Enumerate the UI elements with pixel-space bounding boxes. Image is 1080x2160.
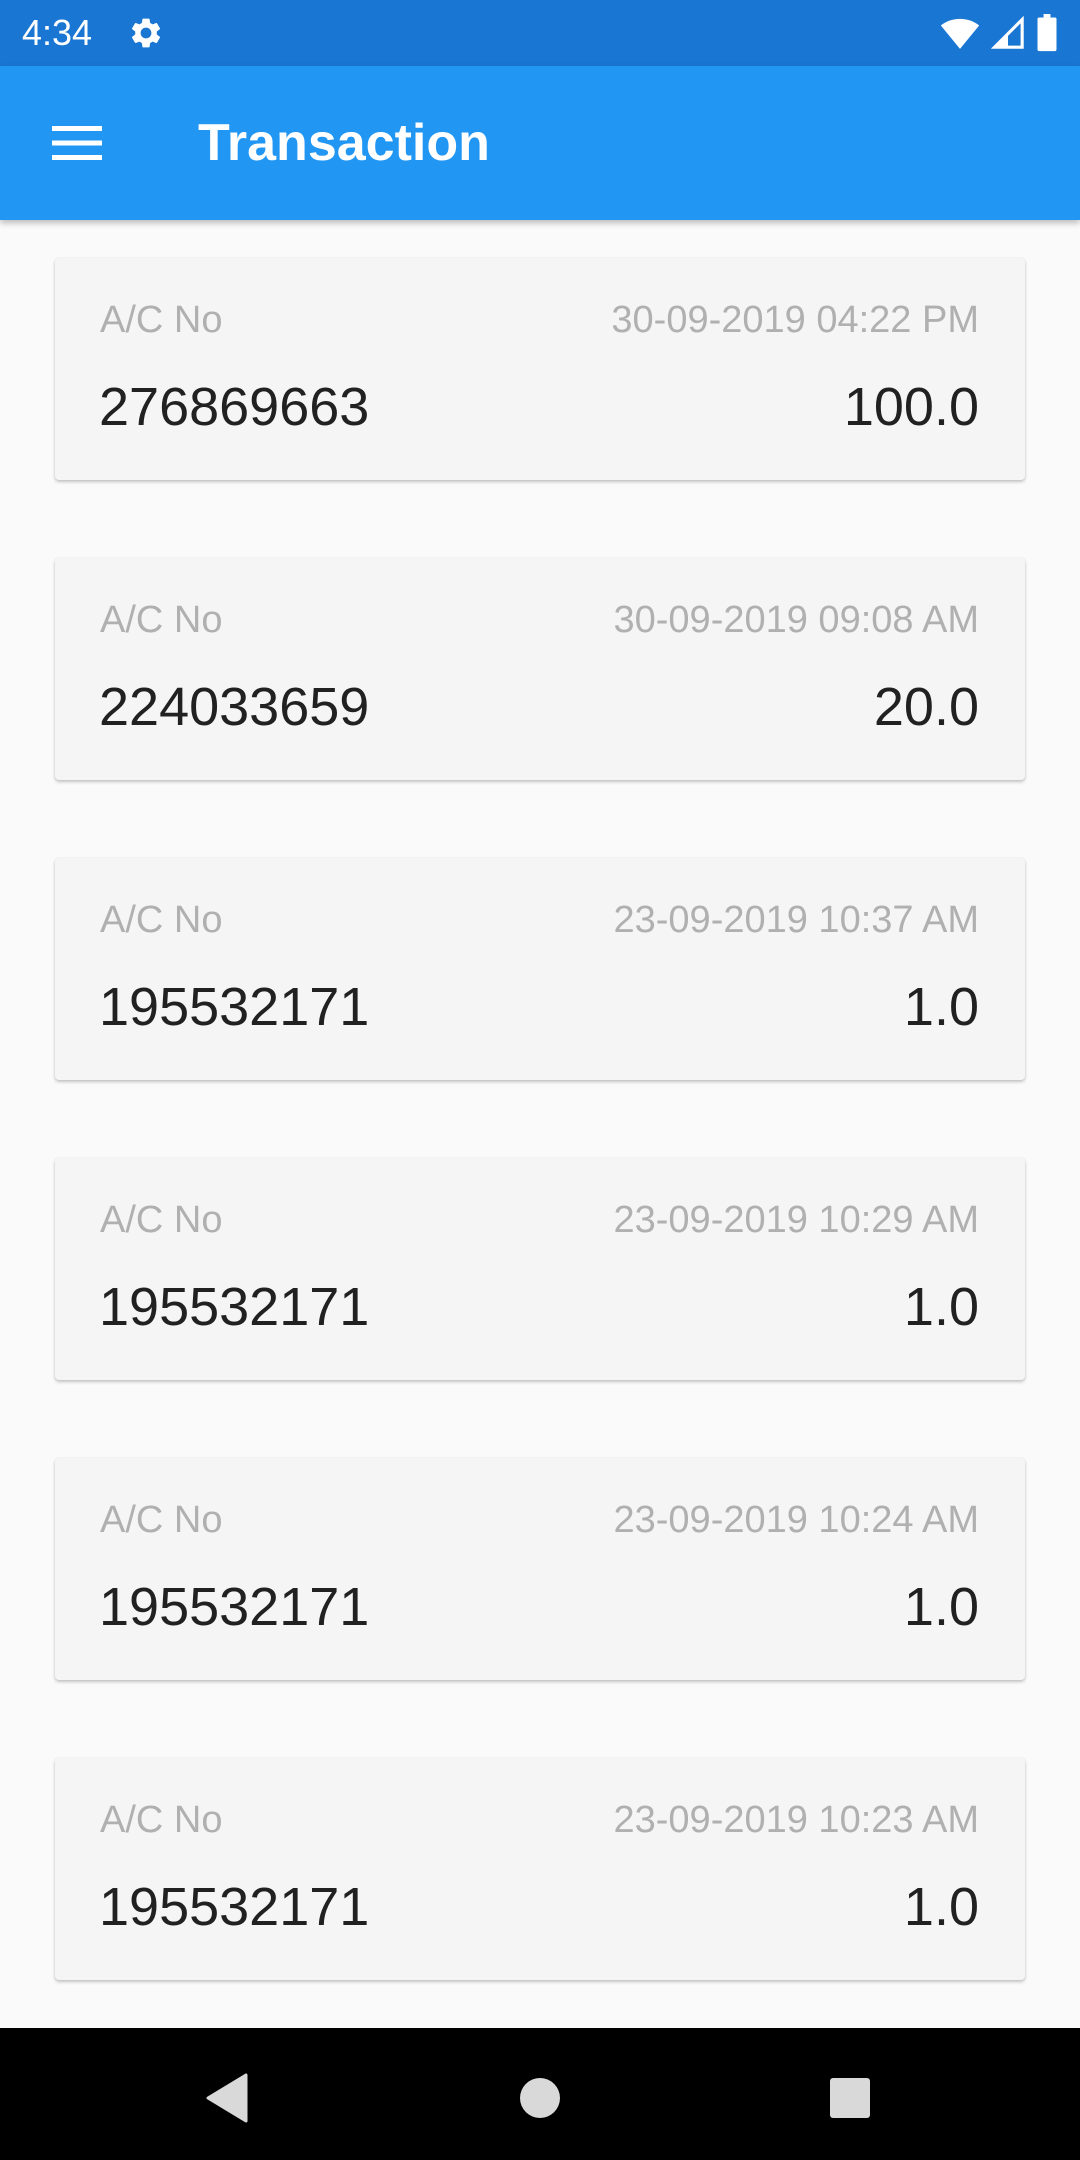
menu-button[interactable] bbox=[36, 109, 118, 177]
transaction-amount: 20.0 bbox=[873, 677, 979, 737]
transaction-card[interactable]: A/C No 23-09-2019 10:23 AM 195532171 1.0 bbox=[55, 1758, 1025, 1980]
transaction-amount: 1.0 bbox=[903, 977, 979, 1037]
status-time: 4:34 bbox=[22, 12, 93, 53]
cell-signal-icon bbox=[990, 16, 1024, 49]
account-number: 195532171 bbox=[99, 977, 370, 1037]
account-number: 195532171 bbox=[99, 1877, 370, 1937]
back-icon bbox=[206, 2073, 248, 2123]
back-button[interactable] bbox=[186, 2058, 266, 2138]
transaction-date: 23-09-2019 10:29 AM bbox=[613, 1199, 980, 1241]
transaction-date: 23-09-2019 10:37 AM bbox=[613, 899, 980, 941]
settings-gear-icon bbox=[131, 18, 161, 48]
transaction-amount: 100.0 bbox=[843, 377, 979, 437]
transaction-card[interactable]: A/C No 23-09-2019 10:24 AM 195532171 1.0 bbox=[55, 1458, 1025, 1680]
transaction-amount: 1.0 bbox=[903, 1277, 979, 1337]
battery-icon bbox=[1037, 14, 1057, 52]
page-title: Transaction bbox=[198, 114, 490, 172]
account-label: A/C No bbox=[100, 1499, 223, 1541]
transaction-card[interactable]: A/C No 30-09-2019 09:08 AM 224033659 20.… bbox=[55, 558, 1025, 780]
system-nav-bar bbox=[0, 2028, 1080, 2160]
account-label: A/C No bbox=[100, 1199, 223, 1241]
hamburger-menu-icon bbox=[52, 126, 102, 160]
account-label: A/C No bbox=[100, 599, 223, 641]
app-bar: Transaction bbox=[0, 66, 1080, 220]
transaction-date: 23-09-2019 10:23 AM bbox=[613, 1799, 980, 1841]
transaction-amount: 1.0 bbox=[903, 1577, 979, 1637]
account-label: A/C No bbox=[100, 1799, 223, 1841]
home-icon bbox=[520, 2078, 560, 2118]
transaction-card[interactable]: A/C No 23-09-2019 10:37 AM 195532171 1.0 bbox=[55, 858, 1025, 1080]
account-number: 276869663 bbox=[99, 377, 370, 437]
account-label: A/C No bbox=[100, 899, 223, 941]
recents-button[interactable] bbox=[810, 2058, 890, 2138]
transaction-date: 30-09-2019 09:08 AM bbox=[613, 599, 980, 641]
transaction-date: 23-09-2019 10:24 AM bbox=[613, 1499, 980, 1541]
account-number: 195532171 bbox=[99, 1577, 370, 1637]
transaction-card[interactable]: A/C No 30-09-2019 04:22 PM 276869663 100… bbox=[55, 258, 1025, 480]
recents-icon bbox=[830, 2078, 870, 2118]
status-bar: 4:34 bbox=[0, 0, 1080, 66]
transaction-card[interactable]: A/C No 23-09-2019 10:29 AM 195532171 1.0 bbox=[55, 1158, 1025, 1380]
transaction-amount: 1.0 bbox=[903, 1877, 979, 1937]
transaction-date: 30-09-2019 04:22 PM bbox=[611, 299, 979, 341]
account-label: A/C No bbox=[100, 299, 223, 341]
account-number: 224033659 bbox=[99, 677, 370, 737]
status-icons bbox=[940, 12, 1058, 54]
account-number: 195532171 bbox=[99, 1277, 370, 1337]
home-button[interactable] bbox=[500, 2058, 580, 2138]
wifi-icon bbox=[940, 18, 980, 49]
